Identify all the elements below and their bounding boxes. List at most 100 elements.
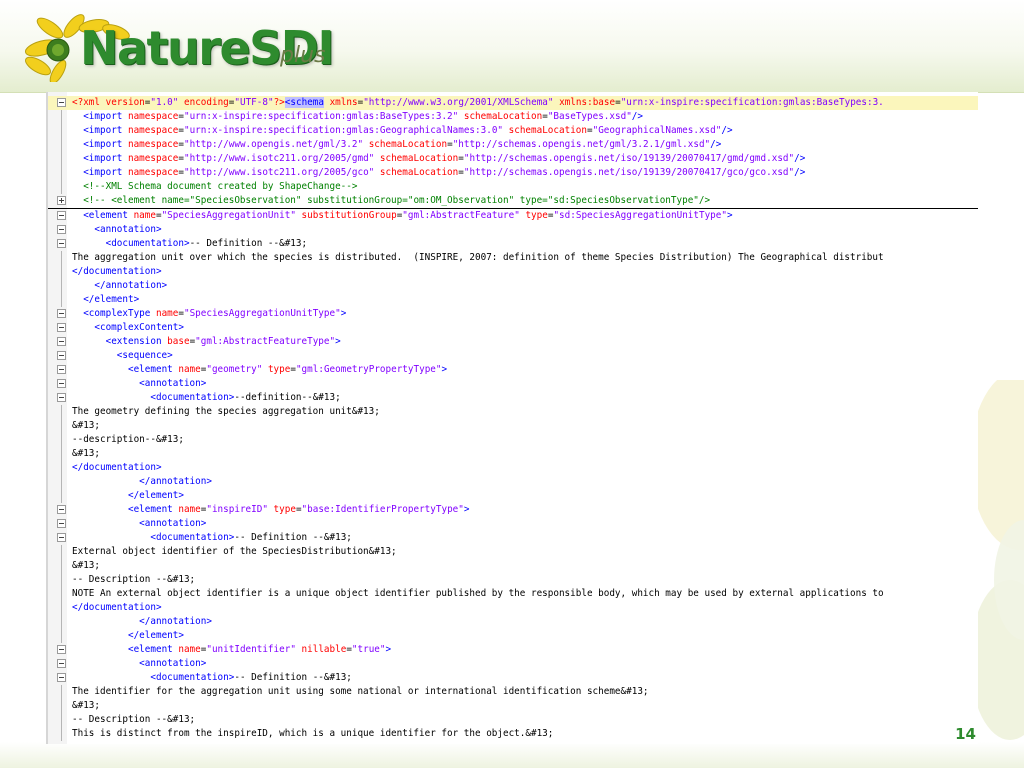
code-line[interactable]: &#13; bbox=[48, 699, 978, 713]
code-line[interactable]: <documentation>-- Definition --&#13; bbox=[48, 671, 978, 685]
code-line[interactable]: External object identifier of the Specie… bbox=[48, 545, 978, 559]
code-text: <import namespace="urn:x-inspire:specifi… bbox=[72, 124, 732, 138]
fold-collapse-icon[interactable] bbox=[57, 323, 66, 332]
code-line[interactable]: <documentation>-- Definition --&#13; bbox=[48, 237, 978, 251]
fold-collapse-icon[interactable] bbox=[57, 225, 66, 234]
code-token: type bbox=[273, 504, 296, 515]
fold-collapse-icon[interactable] bbox=[57, 393, 66, 402]
code-line[interactable]: </annotation> bbox=[48, 475, 978, 489]
code-token: "http://www.w3.org/2001/XMLSchema" bbox=[363, 97, 554, 108]
code-line[interactable]: -- Description --&#13; bbox=[48, 713, 978, 727]
xml-code-editor[interactable]: <?xml version="1.0" encoding="UTF-8"?><s… bbox=[46, 92, 978, 744]
fold-collapse-icon[interactable] bbox=[57, 645, 66, 654]
code-token: <element bbox=[83, 210, 134, 221]
code-token: base bbox=[167, 336, 190, 347]
fold-collapse-icon[interactable] bbox=[57, 309, 66, 318]
fold-collapse-icon[interactable] bbox=[57, 659, 66, 668]
code-line[interactable]: <complexType name="SpeciesAggregationUni… bbox=[48, 307, 978, 321]
code-line[interactable]: <element name="unitIdentifier" nillable=… bbox=[48, 643, 978, 657]
fold-collapse-icon[interactable] bbox=[57, 98, 66, 107]
code-text: <documentation>-- Definition --&#13; bbox=[72, 671, 352, 685]
code-token: "true" bbox=[351, 644, 386, 655]
code-line[interactable]: <element name="SpeciesAggregationUnit" s… bbox=[48, 209, 978, 223]
code-line[interactable]: <annotation> bbox=[48, 517, 978, 531]
code-line[interactable]: <annotation> bbox=[48, 223, 978, 237]
code-line[interactable]: </documentation> bbox=[48, 265, 978, 279]
code-line[interactable]: --description--&#13; bbox=[48, 433, 978, 447]
fold-collapse-icon[interactable] bbox=[57, 239, 66, 248]
code-line[interactable]: &#13; bbox=[48, 419, 978, 433]
code-line[interactable]: </documentation> bbox=[48, 601, 978, 615]
code-line[interactable]: <documentation>--definition--&#13; bbox=[48, 391, 978, 405]
code-line[interactable]: <extension base="gml:AbstractFeatureType… bbox=[48, 335, 978, 349]
code-line[interactable]: </element> bbox=[48, 293, 978, 307]
code-line[interactable]: <annotation> bbox=[48, 377, 978, 391]
code-text: <complexContent> bbox=[72, 321, 184, 335]
fold-collapse-icon[interactable] bbox=[57, 505, 66, 514]
code-line[interactable]: <documentation>-- Definition --&#13; bbox=[48, 531, 978, 545]
code-line[interactable]: <sequence> bbox=[48, 349, 978, 363]
code-text: </annotation> bbox=[72, 279, 167, 293]
code-line[interactable]: </element> bbox=[48, 629, 978, 643]
fold-collapse-icon[interactable] bbox=[57, 379, 66, 388]
code-line[interactable]: <complexContent> bbox=[48, 321, 978, 335]
code-token: xmlns bbox=[329, 97, 358, 108]
code-token: <annotation> bbox=[94, 224, 162, 235]
code-text: &#13; bbox=[72, 447, 100, 461]
fold-collapse-icon[interactable] bbox=[57, 533, 66, 542]
code-line[interactable]: <!--XML Schema document created by Shape… bbox=[48, 180, 978, 194]
code-text: <documentation>-- Definition --&#13; bbox=[72, 531, 352, 545]
code-token: namespace bbox=[127, 167, 179, 178]
fold-guide-line bbox=[61, 124, 62, 138]
code-line[interactable]: The aggregation unit over which the spec… bbox=[48, 251, 978, 265]
code-line[interactable]: <element name="geometry" type="gml:Geome… bbox=[48, 363, 978, 377]
code-line[interactable]: <!-- <element name="SpeciesObservation" … bbox=[48, 194, 978, 209]
code-line[interactable]: -- Description --&#13; bbox=[48, 573, 978, 587]
code-line[interactable]: The identifier for the aggregation unit … bbox=[48, 685, 978, 699]
code-line[interactable]: <annotation> bbox=[48, 657, 978, 671]
code-token: External object identifier of the Specie… bbox=[72, 546, 397, 557]
fold-collapse-icon[interactable] bbox=[57, 673, 66, 682]
code-line[interactable]: <import namespace="http://www.isotc211.o… bbox=[48, 166, 978, 180]
code-token: The geometry defining the species aggreg… bbox=[72, 406, 380, 417]
code-line[interactable]: <import namespace="http://www.isotc211.o… bbox=[48, 152, 978, 166]
code-text: </documentation> bbox=[72, 461, 162, 475]
code-token: /> bbox=[794, 167, 806, 178]
code-token: <sequence> bbox=[116, 350, 173, 361]
fold-guide-line bbox=[61, 475, 62, 489]
code-line[interactable]: </annotation> bbox=[48, 615, 978, 629]
code-line[interactable]: </documentation> bbox=[48, 461, 978, 475]
code-line[interactable]: <element name="inspireID" type="base:Ide… bbox=[48, 503, 978, 517]
fold-collapse-icon[interactable] bbox=[57, 211, 66, 220]
fold-collapse-icon[interactable] bbox=[57, 337, 66, 346]
code-line[interactable]: The geometry defining the species aggreg… bbox=[48, 405, 978, 419]
fold-collapse-icon[interactable] bbox=[57, 351, 66, 360]
code-token: > bbox=[340, 308, 347, 319]
code-token: &#13; bbox=[72, 560, 100, 571]
code-token: </element> bbox=[127, 490, 184, 501]
code-line[interactable]: <import namespace="urn:x-inspire:specifi… bbox=[48, 124, 978, 138]
code-line[interactable]: &#13; bbox=[48, 447, 978, 461]
fold-guide-line bbox=[61, 279, 62, 293]
code-line[interactable]: NOTE An external object identifier is a … bbox=[48, 587, 978, 601]
fold-guide-line bbox=[61, 433, 62, 447]
code-line[interactable]: This is distinct from the inspireID, whi… bbox=[48, 727, 978, 741]
code-line[interactable]: <?xml version="1.0" encoding="UTF-8"?><s… bbox=[48, 96, 978, 110]
code-line[interactable]: <import namespace="http://www.opengis.ne… bbox=[48, 138, 978, 152]
code-line[interactable]: &#13; bbox=[48, 559, 978, 573]
fold-collapse-icon[interactable] bbox=[57, 365, 66, 374]
code-line[interactable]: </annotation> bbox=[48, 279, 978, 293]
code-token: <import bbox=[83, 111, 128, 122]
code-token: --definition--&#13; bbox=[234, 392, 341, 403]
code-line[interactable]: </element> bbox=[48, 489, 978, 503]
fold-guide-line bbox=[61, 489, 62, 503]
fold-expand-icon[interactable] bbox=[57, 196, 66, 205]
fold-collapse-icon[interactable] bbox=[57, 519, 66, 528]
fold-guide-line bbox=[61, 545, 62, 559]
code-line[interactable]: <import namespace="urn:x-inspire:specifi… bbox=[48, 110, 978, 124]
